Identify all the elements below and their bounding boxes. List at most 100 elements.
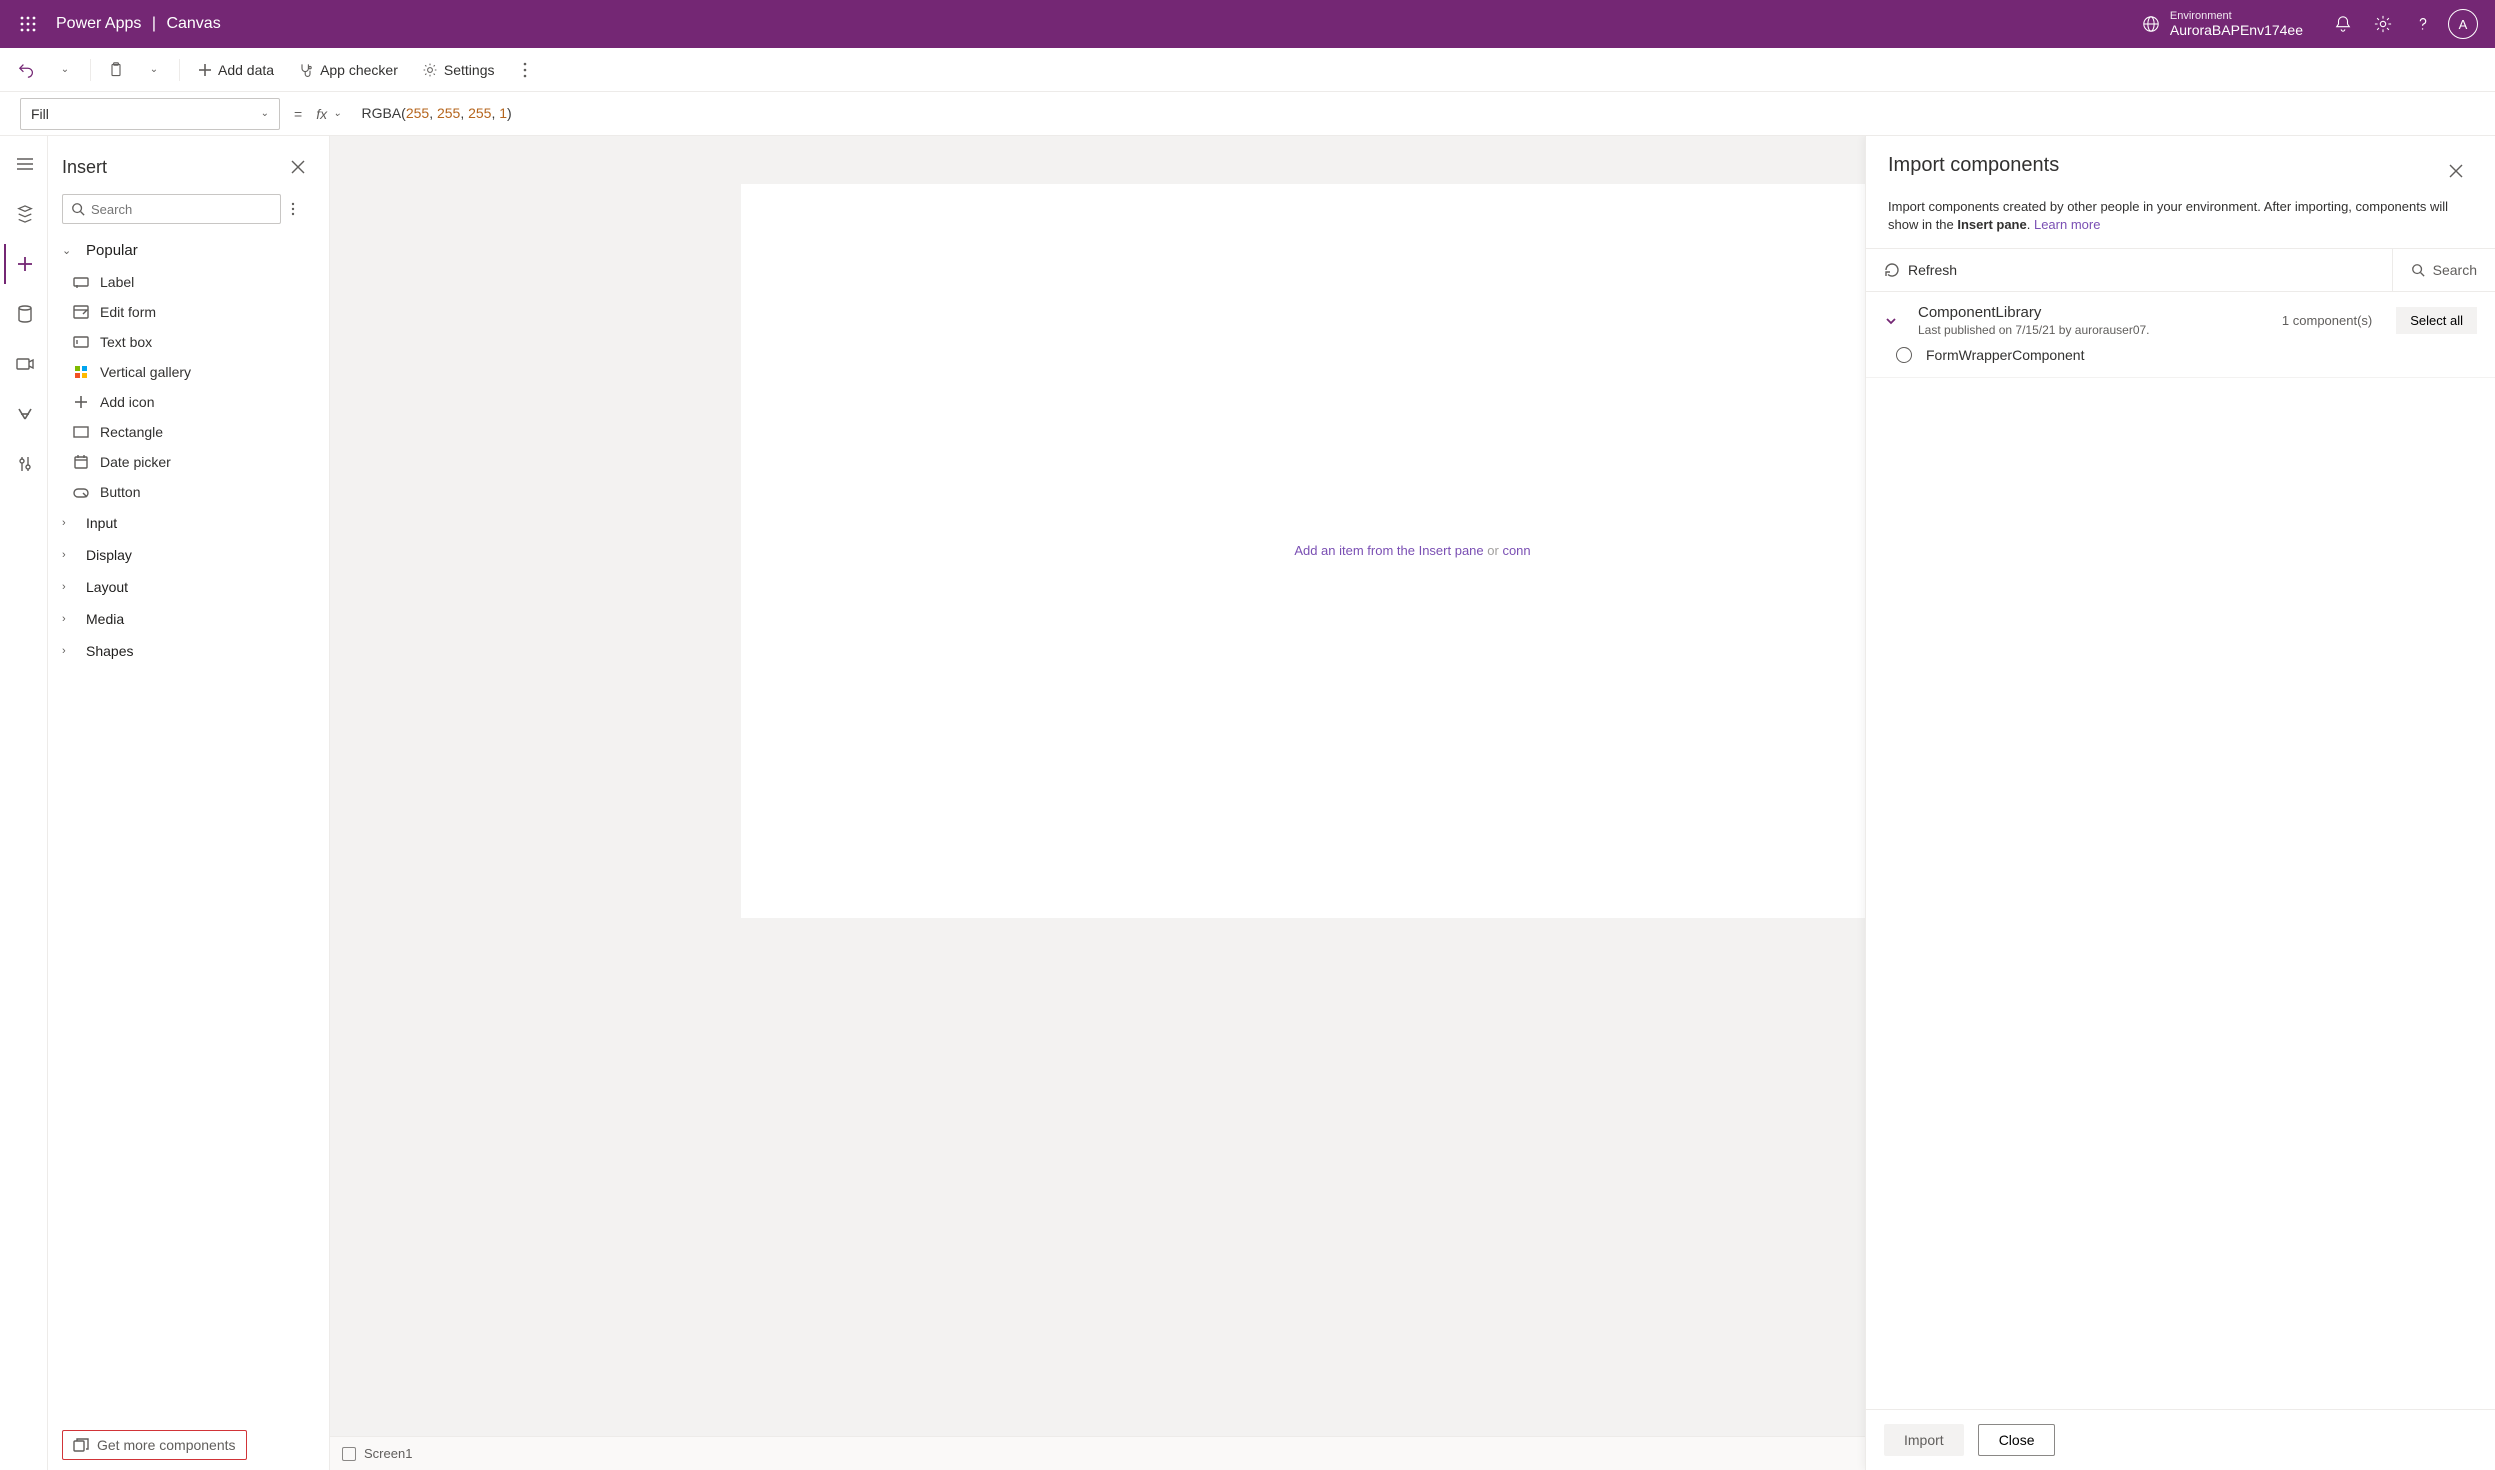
rail-hamburger[interactable] <box>4 144 44 184</box>
app-checker-button[interactable]: App checker <box>288 56 408 84</box>
left-rail <box>0 136 48 1470</box>
component-radio[interactable] <box>1896 347 1912 363</box>
insert-group-display[interactable]: ›Display <box>48 539 329 571</box>
insert-item-vertical-gallery[interactable]: Vertical gallery <box>48 357 329 387</box>
get-more-components-button[interactable]: Get more components <box>62 1430 247 1460</box>
textbox-icon <box>72 333 90 351</box>
rail-tools[interactable] <box>4 444 44 484</box>
notifications-icon[interactable] <box>2323 4 2363 44</box>
stethoscope-icon <box>298 62 314 78</box>
library-subtitle: Last published on 7/15/21 by aurorauser0… <box>1918 323 2268 337</box>
component-name: FormWrapperComponent <box>1926 347 2084 363</box>
insert-group-input[interactable]: ›Input <box>48 507 329 539</box>
screen-checkbox[interactable] <box>342 1447 356 1461</box>
property-name: Fill <box>31 106 49 122</box>
gear-icon <box>422 62 438 78</box>
insert-item-label[interactable]: Label <box>48 267 329 297</box>
screen-name: Screen1 <box>364 1446 412 1461</box>
paste-menu-chevron[interactable]: ⌄ <box>137 53 171 87</box>
insert-group-shapes[interactable]: ›Shapes <box>48 635 329 667</box>
insert-item-button[interactable]: Button <box>48 477 329 507</box>
insert-overflow-menu[interactable] <box>291 202 315 216</box>
brand-separator: | <box>152 15 156 32</box>
rectangle-icon <box>72 423 90 441</box>
rail-insert[interactable] <box>4 244 44 284</box>
insert-item-text: Add icon <box>100 394 154 410</box>
add-data-button[interactable]: Add data <box>188 56 284 84</box>
insert-title: Insert <box>62 157 107 178</box>
brand-left: Power Apps <box>56 15 141 32</box>
chevron-right-icon: › <box>62 517 76 529</box>
help-icon[interactable] <box>2403 4 2443 44</box>
insert-group-popular[interactable]: ⌄ Popular <box>48 234 329 267</box>
undo-menu-chevron[interactable]: ⌄ <box>48 53 82 87</box>
refresh-label: Refresh <box>1908 262 1957 278</box>
group-label: Display <box>86 547 132 563</box>
insert-search-input[interactable] <box>91 202 272 217</box>
insert-item-rectangle[interactable]: Rectangle <box>48 417 329 447</box>
formula-arg-0: 255 <box>406 105 429 121</box>
drawer-search-label: Search <box>2433 262 2477 278</box>
label-icon <box>72 273 90 291</box>
drawer-search[interactable]: Search <box>2392 249 2477 291</box>
canvas-hint-link[interactable]: Add an item from the Insert pane <box>1294 543 1483 558</box>
rail-data[interactable] <box>4 294 44 334</box>
insert-group-media[interactable]: › Media <box>48 603 329 635</box>
search-icon <box>71 202 85 216</box>
insert-item-text-box[interactable]: Text box <box>48 327 329 357</box>
group-label: Shapes <box>86 643 133 659</box>
property-selector[interactable]: Fill ⌄ <box>20 98 280 130</box>
expand-library-chevron[interactable] <box>1884 314 1904 328</box>
app-launcher-icon[interactable] <box>12 8 44 40</box>
insert-item-text: Label <box>100 274 134 290</box>
chevron-right-icon: › <box>62 613 76 625</box>
formula-arg-2: 255 <box>468 105 491 121</box>
brand: Power Apps | Canvas <box>56 15 221 33</box>
insert-item-add-icon[interactable]: Add icon <box>48 387 329 417</box>
settings-label: Settings <box>444 62 495 78</box>
component-count: 1 component(s) <box>2282 313 2372 328</box>
insert-group-layout[interactable]: ›Layout <box>48 571 329 603</box>
insert-item-date-picker[interactable]: Date picker <box>48 447 329 477</box>
environment-selector[interactable]: Environment AuroraBAPEnv174ee <box>2142 10 2303 39</box>
main-area: Insert ⌄ Popular Label Edit form Text bo… <box>0 136 2495 1470</box>
rail-advanced[interactable] <box>4 394 44 434</box>
plus-icon <box>72 393 90 411</box>
import-button[interactable]: Import <box>1884 1424 1964 1456</box>
rail-tree-view[interactable] <box>4 194 44 234</box>
overflow-menu[interactable] <box>508 53 542 87</box>
paste-button[interactable] <box>99 53 133 87</box>
globe-icon <box>2142 15 2160 33</box>
group-label: Media <box>86 611 124 627</box>
undo-button[interactable] <box>10 53 44 87</box>
canvas-hint-link2[interactable]: conn <box>1502 543 1530 558</box>
equals-sign: = <box>294 106 302 122</box>
avatar[interactable]: A <box>2443 4 2483 44</box>
chevron-down-icon: ⌄ <box>62 244 76 257</box>
formula-input[interactable]: RGBA(255, 255, 255, 1) <box>355 101 2475 126</box>
select-all-button[interactable]: Select all <box>2396 307 2477 334</box>
insert-item-text: Edit form <box>100 304 156 320</box>
insert-item-text: Vertical gallery <box>100 364 191 380</box>
close-button[interactable]: Close <box>1978 1424 2056 1456</box>
canvas-hint: Add an item from the Insert pane or conn <box>1294 543 1530 558</box>
gallery-icon <box>72 363 90 381</box>
brand-right: Canvas <box>166 15 220 32</box>
refresh-button[interactable]: Refresh <box>1884 262 1957 278</box>
rail-media[interactable] <box>4 344 44 384</box>
get-more-label: Get more components <box>97 1437 236 1453</box>
learn-more-link[interactable]: Learn more <box>2034 217 2100 232</box>
insert-search[interactable] <box>62 194 281 224</box>
chevron-right-icon: › <box>62 581 76 593</box>
settings-gear-icon[interactable] <box>2363 4 2403 44</box>
component-row[interactable]: FormWrapperComponent <box>1884 337 2477 365</box>
components-icon <box>73 1438 89 1452</box>
close-insert-pane[interactable] <box>281 150 315 184</box>
settings-button[interactable]: Settings <box>412 56 505 84</box>
fx-menu[interactable]: fx ⌄ <box>316 106 341 122</box>
close-drawer-button[interactable] <box>2439 154 2473 188</box>
formula-arg-3: 1 <box>499 105 507 121</box>
insert-item-text: Text box <box>100 334 152 350</box>
chevron-down-icon: ⌄ <box>261 108 269 119</box>
insert-item-edit-form[interactable]: Edit form <box>48 297 329 327</box>
